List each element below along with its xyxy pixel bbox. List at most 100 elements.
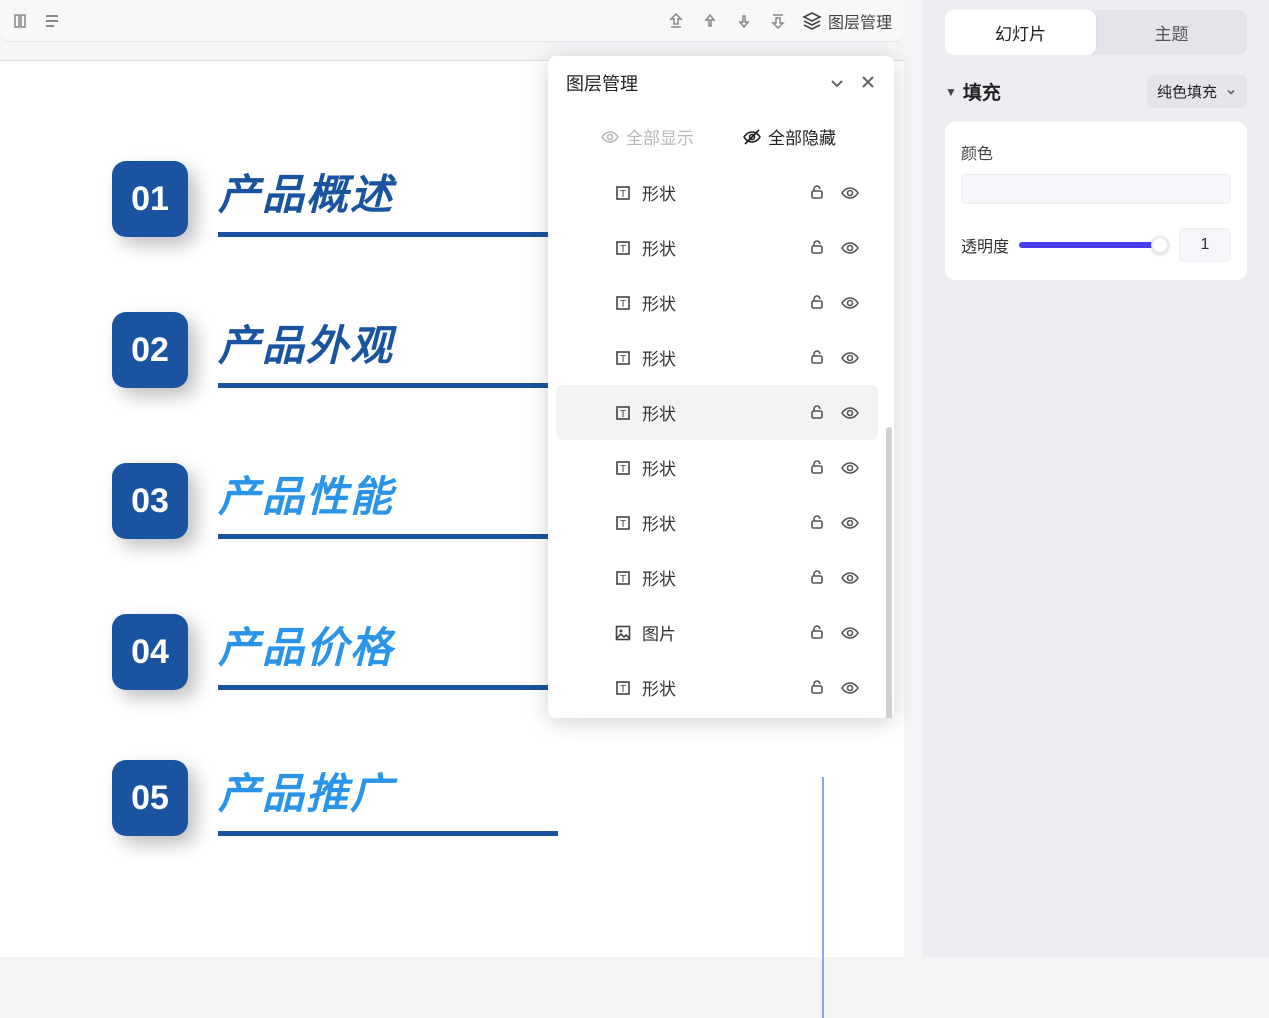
right-tabs: 幻灯片 主题 <box>945 10 1247 55</box>
lock-icon[interactable] <box>808 403 826 423</box>
image-icon <box>614 624 632 642</box>
fill-type-label: 纯色填充 <box>1157 81 1217 102</box>
layer-row[interactable]: T 形状 <box>556 385 878 440</box>
layers-icon <box>802 11 822 31</box>
bring-to-front-icon[interactable] <box>666 11 686 31</box>
toolbar-icon-2[interactable] <box>42 11 62 31</box>
visibility-icon[interactable] <box>840 513 860 533</box>
show-all-button[interactable]: 全部显示 <box>600 124 694 149</box>
toc-title: 产品概述 <box>218 161 560 222</box>
lock-icon[interactable] <box>808 568 826 588</box>
toc-underline <box>218 534 558 539</box>
lock-icon[interactable] <box>808 513 826 533</box>
visibility-icon[interactable] <box>840 568 860 588</box>
toc-item[interactable]: 03产品性能 <box>0 463 560 539</box>
lock-icon[interactable] <box>808 348 826 368</box>
toc-item[interactable]: 04产品价格 <box>0 614 560 690</box>
shape-icon: T <box>614 569 632 587</box>
tab-theme[interactable]: 主题 <box>1096 10 1247 55</box>
layer-row[interactable]: T形状 <box>556 330 878 385</box>
layer-row[interactable]: T 形状 <box>556 660 878 715</box>
tab-slide-label: 幻灯片 <box>995 25 1046 44</box>
layer-row[interactable]: T形状 <box>556 495 878 550</box>
fill-section-header: ▼ 填充 纯色填充 <box>945 75 1247 108</box>
toc-number-badge: 01 <box>112 161 188 237</box>
color-label: 颜色 <box>961 140 1231 164</box>
layer-panel: 图层管理 全部显示 全部隐藏 T形状T形状T形状T形状T形状T形状T形状T形状图… <box>548 56 894 718</box>
shape-icon: T <box>614 459 632 477</box>
layer-row-label: 形状 <box>642 675 676 700</box>
opacity-slider[interactable] <box>1019 234 1169 256</box>
toc-number-badge: 05 <box>112 760 188 836</box>
shape-icon: T <box>614 679 632 697</box>
lock-icon[interactable] <box>808 183 826 203</box>
layer-visibility-toggle-row: 全部显示 全部隐藏 <box>548 106 894 155</box>
top-toolbar: 图层管理 <box>0 0 904 42</box>
close-icon[interactable] <box>860 74 876 92</box>
shape-icon: T <box>614 404 632 422</box>
bring-forward-icon[interactable] <box>700 11 720 31</box>
fill-type-select[interactable]: 纯色填充 <box>1147 75 1247 108</box>
eye-off-icon <box>742 127 762 147</box>
toc-text: 产品外观 <box>218 312 560 388</box>
layer-row-label: 形状 <box>642 565 676 590</box>
toc-title: 产品推广 <box>218 760 560 821</box>
svg-text:T: T <box>620 354 626 365</box>
toc-item[interactable]: 05 产品推广 <box>0 760 560 836</box>
layer-panel-title: 图层管理 <box>566 70 638 96</box>
layer-row[interactable]: T形状 <box>556 165 878 220</box>
toc-number-badge: 02 <box>112 312 188 388</box>
toc-text: 产品价格 <box>218 614 560 690</box>
layer-row[interactable]: T形状 <box>556 220 878 275</box>
toolbar-icon-1[interactable] <box>12 11 32 31</box>
slider-knob[interactable] <box>1151 236 1169 254</box>
triangle-down-icon[interactable]: ▼ <box>945 85 957 99</box>
visibility-icon[interactable] <box>840 348 860 368</box>
visibility-icon[interactable] <box>840 238 860 258</box>
send-to-back-icon[interactable] <box>768 11 788 31</box>
toc-underline <box>218 685 558 690</box>
visibility-icon[interactable] <box>840 458 860 478</box>
lock-icon[interactable] <box>808 458 826 478</box>
opacity-value-input[interactable]: 1 <box>1179 228 1231 262</box>
right-panel: 幻灯片 主题 ▼ 填充 纯色填充 颜色 透明度 1 <box>923 0 1269 957</box>
layer-manage-button[interactable]: 图层管理 <box>802 9 892 33</box>
layer-row-label: 形状 <box>642 510 676 535</box>
visibility-icon[interactable] <box>840 293 860 313</box>
toc-text: 产品推广 <box>218 760 560 836</box>
fill-card: 颜色 透明度 1 <box>945 122 1247 280</box>
tab-slide[interactable]: 幻灯片 <box>945 10 1096 55</box>
collapse-icon[interactable] <box>828 74 846 92</box>
visibility-icon[interactable] <box>840 183 860 203</box>
toc-item[interactable]: 01 产品概述 <box>0 161 560 237</box>
send-backward-icon[interactable] <box>734 11 754 31</box>
layer-row[interactable]: T形状 <box>556 440 878 495</box>
color-swatch[interactable] <box>961 174 1231 204</box>
tab-theme-label: 主题 <box>1155 25 1189 44</box>
visibility-icon[interactable] <box>840 403 860 423</box>
svg-text:T: T <box>620 684 626 695</box>
svg-text:T: T <box>620 244 626 255</box>
slide-content: 01 产品概述 02 产品外观 03产品性能 04产品价格 05 产品推广 <box>0 161 560 906</box>
visibility-icon[interactable] <box>840 678 860 698</box>
hide-all-button[interactable]: 全部隐藏 <box>742 124 836 149</box>
lock-icon[interactable] <box>808 238 826 258</box>
opacity-row: 透明度 1 <box>961 228 1231 262</box>
layer-row[interactable]: 图片 <box>556 605 878 660</box>
svg-text:T: T <box>620 189 626 200</box>
toc-underline <box>218 831 558 836</box>
toc-number-badge: 03 <box>112 463 188 539</box>
lock-icon[interactable] <box>808 293 826 313</box>
layer-row-label: 形状 <box>642 400 676 425</box>
layer-list[interactable]: T形状T形状T形状T形状T形状T形状T形状T形状图片T形状 <box>548 155 894 718</box>
svg-text:T: T <box>620 574 626 585</box>
scrollbar-thumb[interactable] <box>886 427 892 718</box>
lock-icon[interactable] <box>808 623 826 643</box>
chevron-down-icon <box>1225 86 1237 98</box>
svg-text:T: T <box>620 299 626 310</box>
visibility-icon[interactable] <box>840 623 860 643</box>
lock-icon[interactable] <box>808 678 826 698</box>
layer-row[interactable]: T形状 <box>556 275 878 330</box>
layer-row[interactable]: T 形状 <box>556 550 878 605</box>
toc-item[interactable]: 02 产品外观 <box>0 312 560 388</box>
